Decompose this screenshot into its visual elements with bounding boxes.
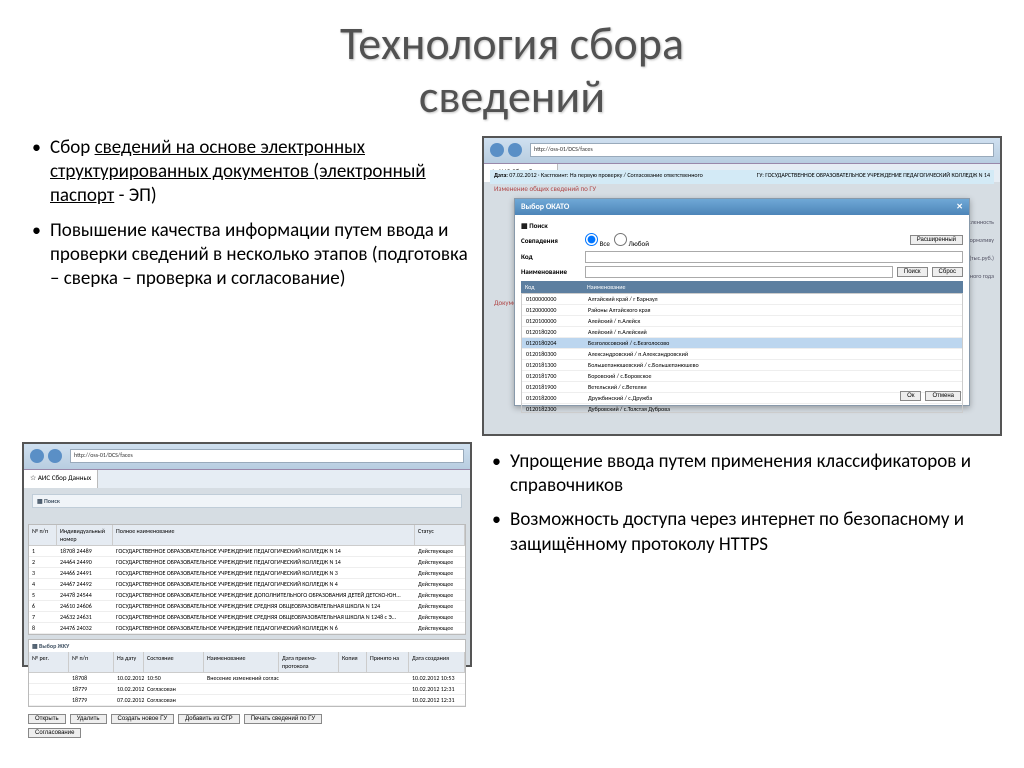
grid-header: КодНаименование — [521, 281, 963, 293]
table-row[interactable]: 0120180300Александровский / п.Александро… — [522, 349, 962, 360]
table-row[interactable]: 424467 24492ГОСУДАРСТВЕННОЕ ОБРАЗОВАТЕЛЬ… — [29, 579, 465, 590]
table-row[interactable]: 0100000000Алтайский край / г Барнаул — [522, 294, 962, 305]
table-row[interactable]: 0120182000Дружбинский / с.Дружба — [522, 393, 962, 404]
url-bar[interactable]: http://oss-01/DCS/faces — [70, 449, 464, 463]
grid-body: 0100000000Алтайский край / г Барнаул0120… — [521, 293, 963, 413]
action-button[interactable]: Согласование — [28, 728, 81, 738]
context-strip: Дата: 07.02.2012 · Кастпоинт: На первую … — [490, 170, 994, 184]
table-row[interactable]: 0120000000Районы Алтайского края — [522, 305, 962, 316]
ok-btn[interactable]: Ок — [900, 391, 921, 401]
table-row[interactable]: 0120180204Безголосовский / с.Безголосово — [522, 338, 962, 349]
name-input[interactable] — [585, 266, 893, 278]
table-row[interactable]: 0120182300Дубровский / с.Толстая Дуброва — [522, 404, 962, 413]
table-header: № п/пИндивидуальный номерПолное наименов… — [29, 525, 465, 546]
fwd-icon[interactable] — [48, 449, 62, 463]
reset-btn[interactable]: Сброс — [932, 267, 963, 277]
table-row[interactable]: 0120100000Алейский / п.Алейск — [522, 316, 962, 327]
table-row[interactable]: 724632 24631ГОСУДАРСТВЕННОЕ ОБРАЗОВАТЕЛЬ… — [29, 612, 465, 623]
expand-btn[interactable]: Расширенный — [910, 235, 963, 245]
fwd-icon[interactable] — [508, 143, 522, 157]
action-button[interactable]: Печать сведений по ГУ — [244, 714, 322, 724]
table-row[interactable]: 524478 24544ГОСУДАРСТВЕННОЕ ОБРАЗОВАТЕЛЬ… — [29, 590, 465, 601]
table-row[interactable]: 1870810.02.201210:50Внесение изменений с… — [29, 673, 465, 684]
table-row[interactable]: 0120181900Ветельский / с.Ветелки — [522, 382, 962, 393]
bullets-top-left: Сбор сведений на основе электронных стру… — [22, 136, 472, 436]
action-button[interactable]: Создать новое ГУ — [111, 714, 175, 724]
browser-tab[interactable]: ☆ АИС Сбор Данных — [24, 470, 98, 488]
match-any-radio[interactable] — [614, 233, 627, 246]
back-icon[interactable] — [30, 449, 44, 463]
table-row[interactable]: 118708 24489ГОСУДАРСТВЕННОЕ ОБРАЗОВАТЕЛЬ… — [29, 546, 465, 557]
browser-chrome: http://oss-01/DCS/faces — [24, 444, 470, 470]
bullet-item: Сбор сведений на основе электронных стру… — [30, 136, 472, 209]
table-row[interactable]: 0120181700Боровский / с.Боровское — [522, 371, 962, 382]
close-icon[interactable]: ✕ — [956, 202, 963, 212]
action-button[interactable]: Открыть — [28, 714, 66, 724]
action-button[interactable]: Удалить — [70, 714, 107, 724]
okato-modal: Выбор ОКАТО✕ ▦ Поиск Совпадения Все Любо… — [514, 198, 970, 406]
table-row[interactable]: 0120181300Большепанюшевский / с.Большепа… — [522, 360, 962, 371]
screenshot-list: http://oss-01/DCS/faces ☆ АИС Сбор Данны… — [22, 442, 472, 667]
code-input[interactable] — [585, 251, 963, 263]
panel-title: Изменение общих сведений по ГУ — [490, 184, 994, 196]
screenshot-okato: http://oss-01/DCS/faces ☆ АИС Сбор Данны… — [482, 136, 1002, 436]
bullet-item: Повышение качества информации путем ввод… — [30, 219, 472, 292]
table-row[interactable]: 1877907.02.2012Согласован10.02.2012 12:3… — [29, 695, 465, 706]
table-row[interactable]: 624610 24606ГОСУДАРСТВЕННОЕ ОБРАЗОВАТЕЛЬ… — [29, 601, 465, 612]
table2-header: № рег.№ п/пНа датуСостояниеНаименованиеД… — [29, 652, 465, 673]
bullet-item: Упрощение ввода путем применения классиф… — [490, 450, 1002, 499]
back-icon[interactable] — [490, 143, 504, 157]
find-btn[interactable]: Поиск — [897, 267, 928, 277]
action-button[interactable]: Добавить из СГР — [178, 714, 240, 724]
cancel-btn[interactable]: Отмена — [925, 391, 961, 401]
browser-chrome: http://oss-01/DCS/faces — [484, 138, 1000, 164]
table-row[interactable]: 324466 24491ГОСУДАРСТВЕННОЕ ОБРАЗОВАТЕЛЬ… — [29, 568, 465, 579]
slide-title: Технология сбора сведений — [0, 0, 1024, 124]
table-row[interactable]: 224464 24490ГОСУДАРСТВЕННОЕ ОБРАЗОВАТЕЛЬ… — [29, 557, 465, 568]
match-all-radio[interactable] — [585, 233, 598, 246]
url-bar[interactable]: http://oss-01/DCS/faces — [530, 143, 994, 157]
bullets-bottom-right: Упрощение ввода путем применения классиф… — [482, 442, 1002, 667]
table-row[interactable]: 1877910.02.2012Согласован10.02.2012 12:3… — [29, 684, 465, 695]
table-row[interactable]: 824476 24032ГОСУДАРСТВЕННОЕ ОБРАЗОВАТЕЛЬ… — [29, 623, 465, 634]
table-row[interactable]: 0120180200Алейский / п.Алейский — [522, 327, 962, 338]
bullet-item: Возможность доступа через интернет по бе… — [490, 508, 1002, 557]
